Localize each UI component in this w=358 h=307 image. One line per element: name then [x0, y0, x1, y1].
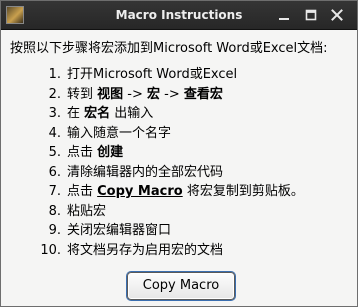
step-text: 将宏复制到剪贴板。 [182, 184, 304, 199]
step-item: 9. 关闭宏编辑器窗口 [33, 221, 304, 241]
step-text: -> [123, 86, 148, 102]
minimize-button[interactable] [274, 5, 294, 25]
step-text: -> [160, 86, 184, 102]
step-keyword: 宏名 [84, 106, 111, 121]
step-number: 7. [48, 184, 61, 199]
step-number: 2. [48, 86, 61, 102]
step-number: 9. [48, 223, 61, 238]
step-text: 清除编辑器内的全部宏代码 [67, 164, 224, 180]
step-text: 转到 [67, 86, 98, 102]
maximize-icon [305, 9, 317, 21]
macro-instructions-window: Macro Instructions 按照以下步骤将宏添加到Microsoft … [0, 0, 358, 307]
step-text: 将文档另存为启用宏的文档 [67, 242, 224, 258]
step-text: 打开Microsoft Word或Excel [67, 67, 238, 82]
step-number: 6. [48, 164, 61, 180]
step-number: 5. [48, 145, 61, 160]
step-text: 点击 [67, 145, 98, 160]
step-item: 3. 在 宏名 出输入 [33, 104, 304, 124]
step-keyword: 创建 [97, 145, 124, 160]
step-number: 1. [48, 67, 61, 82]
step-keyword: 视图 [97, 86, 124, 102]
close-button[interactable] [327, 5, 347, 25]
step-item: 5. 点击 创建 [33, 143, 304, 163]
step-item: 4. 输入随意一个名字 [33, 124, 304, 144]
step-text: 点击 [67, 184, 98, 199]
step-text: 输入随意一个名字 [67, 125, 172, 141]
step-text: 粘贴宏 [67, 203, 107, 219]
close-icon [331, 9, 343, 21]
step-item: 1. 打开Microsoft Word或Excel [33, 65, 304, 85]
step-number: 4. [48, 125, 61, 141]
title-bar[interactable]: Macro Instructions [1, 1, 357, 30]
step-number: 8. [48, 203, 61, 219]
instructions-heading: 按照以下步骤将宏添加到Microsoft Word或Excel文档: [10, 41, 328, 56]
step-keyword: 查看宏 [183, 86, 223, 102]
minimize-icon [279, 18, 289, 20]
step-item: 6. 清除编辑器内的全部宏代码 [33, 163, 304, 183]
steps-list: 1. 打开Microsoft Word或Excel 2. 转到 视图 -> 宏 -> … [33, 65, 304, 260]
step-item: 10. 将文档另存为启用宏的文档 [33, 241, 304, 261]
step-text: 在 [67, 106, 85, 121]
step-text: 关闭宏编辑器窗口 [67, 223, 172, 238]
maximize-button[interactable] [301, 5, 321, 25]
step-item: 8. 粘贴宏 [33, 202, 304, 222]
step-number: 10. [40, 242, 61, 258]
step-item: 2. 转到 视图 -> 宏 -> 查看宏 [33, 85, 304, 105]
step-text: 出输入 [110, 106, 154, 121]
step-item: 7. 点击 Copy Macro 将宏复制到剪贴板。 [33, 182, 304, 202]
copy-macro-button[interactable]: Copy Macro [127, 272, 235, 300]
step-keyword: 宏 [147, 86, 161, 102]
step-number: 3. [48, 106, 61, 121]
copy-macro-reference: Copy Macro [97, 184, 183, 199]
